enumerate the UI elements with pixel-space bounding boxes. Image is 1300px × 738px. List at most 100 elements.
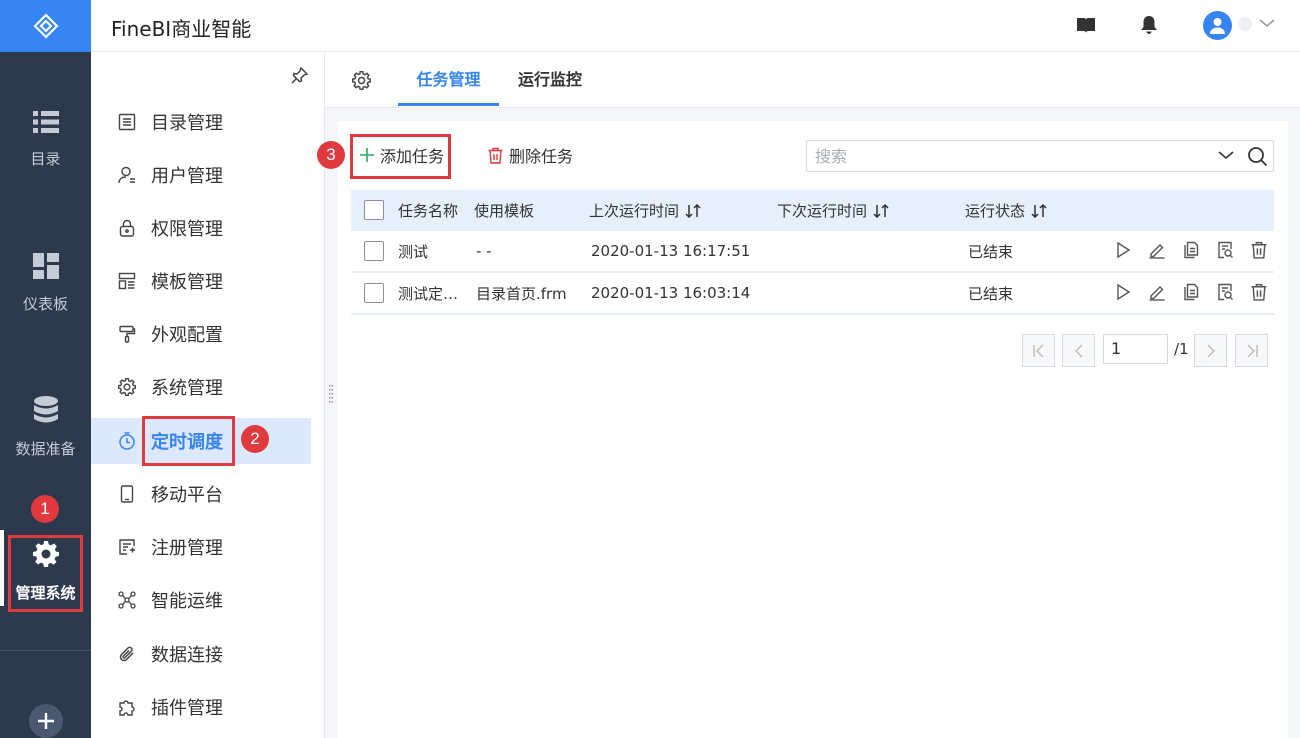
top-header: FineBI商业智能 bbox=[91, 0, 1300, 52]
last-page-icon bbox=[1247, 344, 1258, 357]
edit-icon[interactable] bbox=[1148, 283, 1166, 301]
menu-item-mobile[interactable]: 移动平台 bbox=[91, 471, 311, 517]
highlight-scheduler bbox=[142, 416, 235, 466]
row-actions bbox=[1106, 283, 1276, 301]
cell-template: 目录首页.frm bbox=[476, 284, 567, 303]
copy-icon[interactable] bbox=[1182, 241, 1200, 259]
settings-gear-icon[interactable] bbox=[352, 71, 371, 90]
prev-page-button[interactable] bbox=[1062, 334, 1095, 367]
menu-item-permissions[interactable]: 权限管理 bbox=[91, 205, 311, 251]
header-label: 任务名称 bbox=[398, 202, 459, 220]
row-checkbox[interactable] bbox=[364, 283, 384, 303]
step-badge: 1 bbox=[31, 495, 59, 523]
search-input[interactable] bbox=[815, 144, 1205, 168]
header-label: 上次运行时间 bbox=[589, 202, 680, 220]
log-icon[interactable] bbox=[1216, 241, 1234, 259]
cell-last-run: 2020-01-13 16:03:14 bbox=[591, 284, 751, 302]
ops-icon bbox=[118, 591, 136, 609]
row-checkbox[interactable] bbox=[364, 241, 384, 261]
menu-item-catalog[interactable]: 目录管理 bbox=[91, 99, 311, 145]
chevron-down-icon[interactable] bbox=[1218, 149, 1234, 161]
delete-task-button[interactable]: 删除任务 bbox=[487, 140, 573, 170]
menu-item-templates[interactable]: 模板管理 bbox=[91, 258, 311, 304]
trash-icon[interactable] bbox=[1250, 283, 1268, 301]
page-total: /1 bbox=[1174, 340, 1189, 358]
book-icon[interactable] bbox=[1076, 15, 1096, 35]
rail-item-dashboard[interactable]: 仪表板 bbox=[0, 253, 91, 314]
menu-item-system[interactable]: 系统管理 bbox=[91, 364, 311, 410]
log-icon[interactable] bbox=[1216, 283, 1234, 301]
tab-run-monitor[interactable]: 运行监控 bbox=[518, 52, 588, 106]
last-page-button[interactable] bbox=[1235, 334, 1268, 367]
plus-icon bbox=[38, 713, 54, 729]
step-badge: 2 bbox=[241, 425, 269, 453]
cell-status: 已结束 bbox=[968, 242, 1014, 261]
chevron-right-icon bbox=[1207, 344, 1215, 357]
col-header-template: 使用模板 bbox=[474, 190, 534, 231]
logo-icon bbox=[32, 13, 59, 39]
register-icon bbox=[119, 539, 135, 555]
menu-item-plugins[interactable]: 插件管理 bbox=[91, 684, 311, 730]
table-row[interactable]: 测试 - - 2020-01-13 16:17:51 已结束 bbox=[351, 231, 1274, 273]
avatar[interactable] bbox=[1203, 11, 1232, 40]
sort-icon[interactable] bbox=[873, 203, 889, 218]
tab-task-management[interactable]: 任务管理 bbox=[398, 52, 499, 106]
user-name[interactable] bbox=[1238, 17, 1252, 31]
app-logo[interactable] bbox=[0, 0, 91, 52]
database-icon bbox=[33, 396, 58, 423]
play-icon[interactable] bbox=[1114, 241, 1132, 259]
mobile-icon bbox=[120, 485, 134, 503]
lock-icon bbox=[119, 219, 135, 237]
paperclip-icon bbox=[119, 646, 134, 662]
add-button[interactable] bbox=[29, 704, 63, 738]
rail-item-catalog[interactable]: 目录 bbox=[0, 110, 91, 169]
trash-icon[interactable] bbox=[1250, 241, 1268, 259]
menu-item-appearance[interactable]: 外观配置 bbox=[91, 311, 311, 357]
chevron-down-icon[interactable] bbox=[1259, 17, 1275, 29]
sort-icon[interactable] bbox=[1031, 203, 1047, 218]
menu-item-label: 注册管理 bbox=[151, 538, 223, 559]
pin-icon[interactable] bbox=[291, 66, 309, 84]
menu-item-label: 移动平台 bbox=[151, 485, 223, 506]
menu-item-users[interactable]: 用户管理 bbox=[91, 152, 311, 198]
catalog-icon bbox=[118, 113, 136, 131]
first-page-icon bbox=[1032, 344, 1043, 357]
search-box bbox=[806, 140, 1274, 172]
col-header-status[interactable]: 运行状态 bbox=[965, 190, 1047, 231]
delete-task-label: 删除任务 bbox=[509, 147, 574, 166]
page-input[interactable]: 1 bbox=[1103, 334, 1168, 364]
next-page-button[interactable] bbox=[1194, 334, 1227, 367]
row-actions bbox=[1106, 241, 1276, 259]
menu-item-label: 智能运维 bbox=[151, 591, 223, 612]
menu-item-label: 权限管理 bbox=[151, 219, 223, 240]
rail-item-label: 数据准备 bbox=[15, 440, 76, 458]
admin-menu: 目录管理 用户管理 权限管理 模板管理 外观配置 系统管理 定时调度 移动平台 … bbox=[91, 52, 325, 738]
highlight-add-task bbox=[350, 134, 451, 179]
search-icon[interactable] bbox=[1247, 146, 1268, 167]
menu-item-registration[interactable]: 注册管理 bbox=[91, 524, 311, 570]
bell-icon[interactable] bbox=[1140, 15, 1158, 35]
copy-icon[interactable] bbox=[1182, 283, 1200, 301]
menu-item-ops[interactable]: 智能运维 bbox=[91, 577, 311, 623]
cell-last-run: 2020-01-13 16:17:51 bbox=[591, 242, 751, 260]
timer-icon bbox=[119, 432, 135, 450]
col-header-last-run[interactable]: 上次运行时间 bbox=[589, 190, 701, 231]
play-icon[interactable] bbox=[1114, 283, 1132, 301]
user-icon bbox=[1210, 18, 1225, 34]
nav-rail: 目录 仪表板 数据准备 管理系统 bbox=[0, 0, 91, 738]
task-table: 任务名称 使用模板 上次运行时间 下次运行时间 运行状态 测试 - - 2020… bbox=[351, 190, 1274, 315]
menu-item-data-connection[interactable]: 数据连接 bbox=[91, 631, 311, 677]
table-row[interactable]: 测试定… 目录首页.frm 2020-01-13 16:03:14 已结束 bbox=[351, 273, 1274, 315]
drag-handle-icon[interactable] bbox=[329, 385, 333, 403]
menu-item-label: 插件管理 bbox=[151, 698, 223, 719]
select-all-checkbox[interactable] bbox=[364, 200, 384, 220]
col-header-next-run[interactable]: 下次运行时间 bbox=[777, 190, 889, 231]
first-page-button[interactable] bbox=[1022, 334, 1055, 367]
sort-icon[interactable] bbox=[685, 203, 701, 218]
brush-icon bbox=[119, 325, 136, 343]
highlight-admin bbox=[8, 535, 83, 612]
edit-icon[interactable] bbox=[1148, 241, 1166, 259]
rail-item-label: 仪表板 bbox=[22, 295, 68, 313]
header-label: 使用模板 bbox=[474, 202, 535, 220]
rail-item-data-prep[interactable]: 数据准备 bbox=[0, 396, 91, 459]
